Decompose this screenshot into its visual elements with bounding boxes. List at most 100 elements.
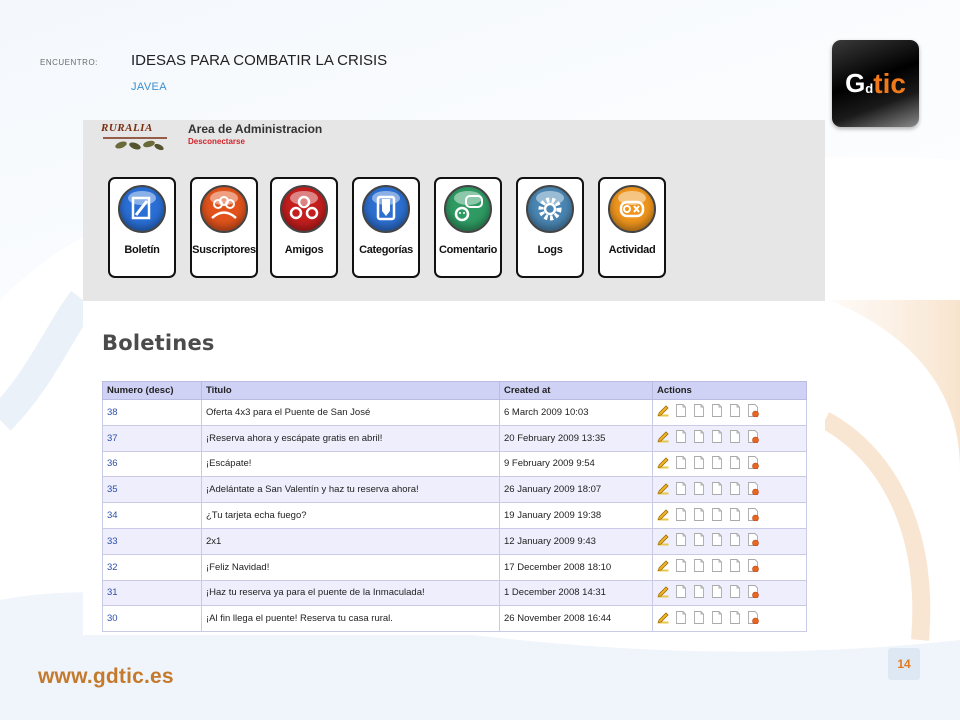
document-icon[interactable] [729, 481, 741, 498]
tile-categorias[interactable]: Categorías [352, 177, 420, 278]
document-icon[interactable] [711, 481, 723, 498]
row-number-link[interactable]: 36 [102, 450, 202, 478]
logout-link[interactable]: Desconectarse [188, 137, 245, 146]
row-title: 2x1 [201, 527, 500, 555]
document-icon[interactable] [729, 585, 741, 601]
tile-actividad[interactable]: Actividad [598, 177, 666, 278]
col-header-numero[interactable]: Numero (desc) [102, 381, 202, 400]
row-title: ¡Escápate! [201, 450, 500, 478]
tile-label: Boletín [124, 244, 160, 256]
table-row: 34 ¿Tu tarjeta echa fuego? 19 January 2009… [102, 502, 807, 529]
edit-icon[interactable] [657, 533, 669, 549]
document-icon[interactable] [711, 456, 723, 472]
delete-document-icon[interactable] [747, 507, 759, 524]
delete-document-icon[interactable] [747, 533, 759, 549]
delete-document-icon[interactable] [747, 610, 759, 627]
tile-suscriptores[interactable]: Suscriptores [190, 177, 258, 278]
row-title: ¡Adelántate a San Valentín y haz tu rese… [201, 476, 500, 504]
document-icon[interactable] [729, 533, 741, 549]
delete-document-icon[interactable] [747, 404, 759, 420]
delete-document-icon[interactable] [747, 481, 759, 498]
document-icon[interactable] [675, 481, 687, 498]
delete-document-icon[interactable] [747, 585, 759, 601]
document-icon[interactable] [729, 559, 741, 575]
edit-icon[interactable] [657, 482, 669, 498]
edit-icon[interactable] [657, 611, 669, 627]
document-icon[interactable] [693, 610, 705, 627]
document-icon[interactable] [729, 507, 741, 524]
delete-document-icon[interactable] [747, 456, 759, 472]
row-title: ¡Haz tu reserva ya para el puente de la … [201, 579, 500, 607]
row-number-link[interactable]: 33 [102, 527, 202, 555]
edit-icon[interactable] [657, 404, 669, 420]
document-icon[interactable] [729, 404, 741, 420]
tile-label: Comentario [438, 244, 498, 256]
document-icon[interactable] [711, 533, 723, 549]
page-number: 14 [888, 648, 920, 680]
tile-amigos[interactable]: Amigos [270, 177, 338, 278]
document-icon[interactable] [693, 430, 705, 446]
tile-comentario[interactable]: Comentario [434, 177, 502, 278]
row-number-link[interactable]: 38 [102, 399, 202, 426]
edit-icon[interactable] [657, 456, 669, 472]
activity-icon [608, 185, 656, 233]
slide-subtitle: JAVEA [131, 81, 168, 93]
slide-title: IDESAS PARA COMBATIR LA CRISIS [131, 52, 388, 69]
row-title: ¡Feliz Navidad! [201, 553, 500, 581]
tile-logs[interactable]: Logs [516, 177, 584, 278]
document-icon[interactable] [675, 610, 687, 627]
document-icon[interactable] [711, 430, 723, 446]
tile-label: Categorías [359, 244, 413, 256]
document-icon[interactable] [693, 533, 705, 549]
row-actions [652, 502, 807, 529]
tile-boletin[interactable]: Boletín [108, 177, 176, 278]
document-icon[interactable] [693, 481, 705, 498]
document-icon[interactable] [675, 533, 687, 549]
row-title: ¿Tu tarjeta echa fuego? [201, 502, 500, 529]
document-icon[interactable] [711, 610, 723, 627]
row-actions [652, 399, 807, 426]
admin-screenshot: RURALIA Area de Administracion Desconect… [83, 120, 825, 635]
document-icon[interactable] [693, 456, 705, 472]
document-icon[interactable] [693, 559, 705, 575]
document-icon[interactable] [675, 585, 687, 601]
document-icon[interactable] [693, 404, 705, 420]
document-icon[interactable] [729, 610, 741, 627]
row-number-link[interactable]: 35 [102, 476, 202, 504]
row-number-link[interactable]: 37 [102, 424, 202, 452]
row-number-link[interactable]: 31 [102, 579, 202, 607]
document-icon[interactable] [675, 507, 687, 524]
edit-icon[interactable] [657, 585, 669, 601]
edit-icon[interactable] [657, 430, 669, 446]
document-icon[interactable] [729, 456, 741, 472]
delete-document-icon[interactable] [747, 430, 759, 446]
document-icon[interactable] [711, 404, 723, 420]
document-icon[interactable] [711, 507, 723, 524]
row-created-at: 20 February 2009 13:35 [499, 424, 653, 452]
delete-document-icon[interactable] [747, 559, 759, 575]
document-icon[interactable] [711, 559, 723, 575]
encounter-label: ENCUENTRO: [40, 58, 98, 67]
table-row: 33 2x1 12 January 2009 9:43 [102, 527, 807, 555]
row-title: ¡Reserva ahora y escápate gratis en abri… [201, 424, 500, 452]
edit-icon[interactable] [657, 559, 669, 575]
row-number-link[interactable]: 34 [102, 502, 202, 529]
col-header-created[interactable]: Created at [499, 381, 653, 400]
col-header-titulo[interactable]: Titulo [201, 381, 500, 400]
document-icon[interactable] [711, 585, 723, 601]
friends-icon [280, 185, 328, 233]
logo-letter-d: d [865, 81, 874, 96]
row-number-link[interactable]: 32 [102, 553, 202, 581]
document-icon[interactable] [675, 430, 687, 446]
document-icon[interactable] [693, 585, 705, 601]
document-icon[interactable] [675, 456, 687, 472]
row-number-link[interactable]: 30 [102, 605, 202, 633]
document-icon[interactable] [675, 559, 687, 575]
document-icon[interactable] [729, 430, 741, 446]
row-title: ¡Al fin llega el puente! Reserva tu casa… [201, 605, 500, 633]
gear-icon [526, 185, 574, 233]
edit-icon[interactable] [657, 508, 669, 524]
comment-icon [444, 185, 492, 233]
document-icon[interactable] [675, 404, 687, 420]
document-icon[interactable] [693, 507, 705, 524]
